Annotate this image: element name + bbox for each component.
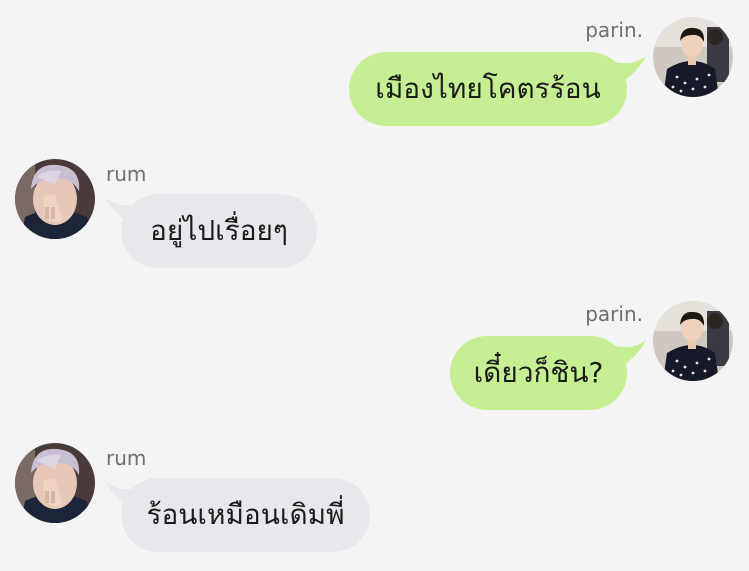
avatar-photo [653,301,733,381]
avatar-photo [653,17,733,97]
sender-avatar-parin[interactable] [653,17,733,97]
avatar-photo [15,159,95,239]
sender-avatar-rum[interactable] [15,443,95,523]
message-bubble[interactable]: เมืองไทยโคตรร้อน [349,52,627,126]
message-incoming: rum อยู่ไปเรื่อยๆ [0,140,749,284]
message-outgoing: parin. เดี๋ยวก็ชิน? [0,284,749,428]
message-outgoing: parin. เมืองไทยโคตรร้อน [0,0,749,140]
sender-name: parin. [585,18,643,42]
avatar-photo [15,443,95,523]
message-bubble[interactable]: ร้อนเหมือนเดิมพี่ [121,478,370,552]
sender-name: rum [106,162,147,186]
sender-name: parin. [585,302,643,326]
message-incoming: rum ร้อนเหมือนเดิมพี่ [0,424,749,571]
sender-avatar-rum[interactable] [15,159,95,239]
sender-name: rum [106,446,147,470]
message-bubble[interactable]: เดี๋ยวก็ชิน? [450,336,627,410]
sender-avatar-parin[interactable] [653,301,733,381]
message-bubble[interactable]: อยู่ไปเรื่อยๆ [121,194,317,268]
